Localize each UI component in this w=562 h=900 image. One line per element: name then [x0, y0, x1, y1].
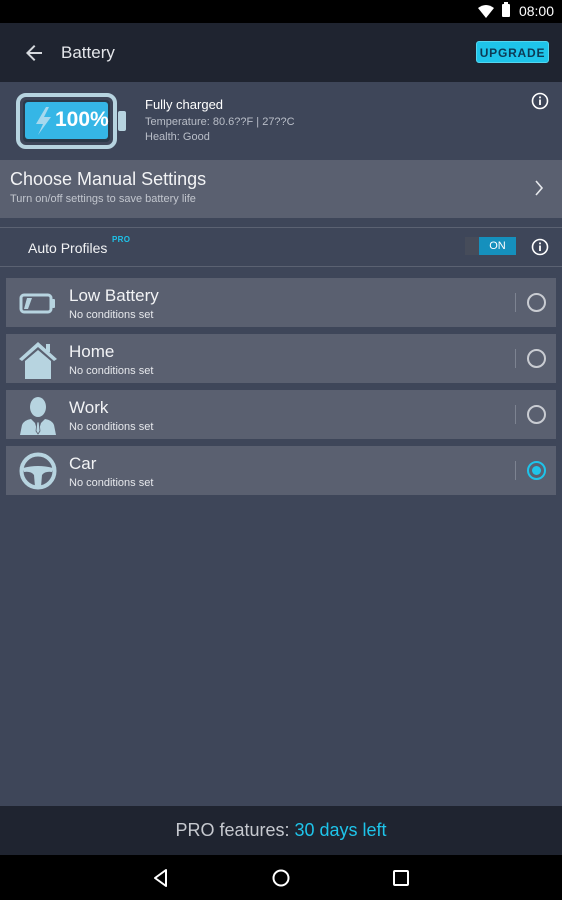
navigation-bar	[0, 855, 562, 900]
separator	[515, 293, 516, 312]
battery-status: Fully charged	[145, 97, 224, 112]
divider	[0, 266, 562, 267]
battery-summary: 100% Fully charged Temperature: 80.6??F …	[0, 82, 562, 160]
manual-settings-subtitle: Turn on/off settings to save battery lif…	[10, 193, 196, 205]
home-icon	[19, 342, 57, 379]
separator	[515, 461, 516, 480]
page-title: Battery	[61, 43, 115, 62]
profile-name: Low Battery	[69, 286, 159, 305]
info-icon[interactable]	[531, 92, 549, 110]
steering-wheel-icon	[19, 452, 57, 490]
auto-profiles-label: Auto Profiles	[28, 240, 108, 256]
manual-settings-row[interactable]: Choose Manual Settings Turn on/off setti…	[0, 160, 562, 218]
profile-name: Home	[69, 342, 115, 361]
profile-item-low-battery[interactable]: Low Battery No conditions set	[6, 278, 556, 327]
profile-radio[interactable]	[527, 461, 546, 480]
profile-radio[interactable]	[527, 349, 546, 368]
back-nav-icon[interactable]	[150, 867, 172, 889]
home-nav-icon[interactable]	[270, 867, 292, 889]
profile-item-home[interactable]: Home No conditions set	[6, 334, 556, 383]
profile-conditions: No conditions set	[69, 309, 154, 321]
profile-conditions: No conditions set	[69, 477, 154, 489]
wifi-icon	[478, 5, 494, 18]
battery-health: Health: Good	[145, 131, 210, 143]
profile-conditions: No conditions set	[69, 365, 154, 377]
businessman-icon	[20, 397, 56, 435]
profile-name: Car	[69, 454, 97, 473]
pro-features-banner[interactable]: PRO features: 30 days left	[0, 806, 562, 855]
profile-item-car[interactable]: Car No conditions set	[6, 446, 556, 495]
info-icon[interactable]	[531, 238, 549, 256]
battery-status-icon	[502, 2, 510, 17]
battery-percent: 100%	[55, 108, 109, 131]
profile-conditions: No conditions set	[69, 421, 154, 433]
profile-radio[interactable]	[527, 405, 546, 424]
battery-temperature: Temperature: 80.6??F | 27??C	[145, 116, 295, 128]
profile-name: Work	[69, 398, 109, 417]
low-battery-icon	[19, 293, 55, 314]
pro-features-label: PRO features:	[175, 820, 295, 840]
recents-nav-icon[interactable]	[390, 867, 412, 889]
profile-radio[interactable]	[527, 293, 546, 312]
auto-profiles-toggle[interactable]: ON	[465, 237, 516, 255]
app-bar: Battery UPGRADE	[0, 23, 562, 82]
profile-list: Low Battery No conditions set Home No co…	[6, 278, 556, 502]
manual-settings-title: Choose Manual Settings	[10, 169, 207, 189]
battery-level-icon: 100%	[16, 93, 128, 149]
days-left: 30 days left	[294, 820, 387, 840]
chevron-right-icon	[535, 180, 544, 196]
separator	[515, 405, 516, 424]
status-bar: 08:00	[0, 0, 562, 23]
profile-item-work[interactable]: Work No conditions set	[6, 390, 556, 439]
pro-badge: PRO	[112, 235, 131, 244]
auto-profiles-row: Auto Profiles PRO ON	[0, 228, 562, 266]
separator	[515, 349, 516, 368]
arrow-left-icon[interactable]	[22, 41, 46, 65]
clock: 08:00	[518, 3, 554, 19]
upgrade-button[interactable]: UPGRADE	[476, 41, 549, 63]
toggle-track	[465, 237, 479, 255]
toggle-on-label: ON	[479, 237, 516, 255]
